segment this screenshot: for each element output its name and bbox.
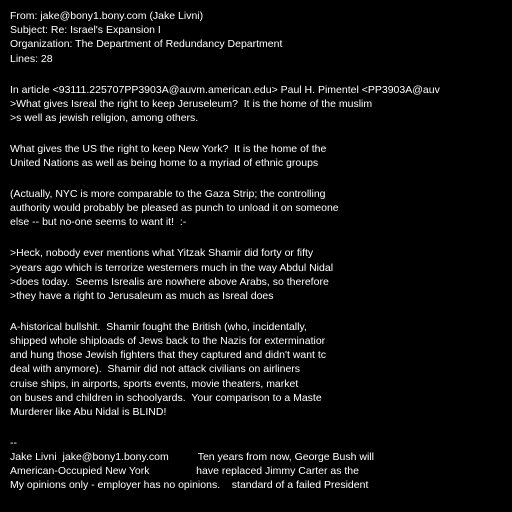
body-line: authority would probably be pleased as p… [10,202,339,214]
body-line: cruise ships, in airports, sports events… [10,378,299,390]
quoted-line: >What gives Isreal the right to keep Jer… [10,98,373,110]
signature-separator: -- [10,437,17,449]
lines-header: Lines: 28 [10,53,53,65]
signature-line: Jake Livni jake@bony1.bony.com Ten years… [10,451,374,463]
quoted-line: >Heck, nobody ever mentions what Yitzak … [10,247,314,259]
organization-header: Organization: The Department of Redundan… [10,38,283,50]
from-header: From: jake@bony1.bony.com (Jake Livni) [10,10,204,22]
body-line: Murderer like Abu Nidal is BLIND! [10,406,167,418]
attribution-line: In article <93111.225707PP3903A@auvm.ame… [10,84,440,96]
quoted-line: >years ago which is terrorize westerners… [10,262,334,274]
body-line: and hung those Jewish fighters that they… [10,349,327,361]
signature-line: My opinions only - employer has no opini… [10,479,369,491]
body-line: (Actually, NYC is more comparable to the… [10,188,326,200]
body-line: else -- but no-one seems to want it! :- [10,216,187,228]
body-line: shipped whole shiploads of Jews back to … [10,335,326,347]
body-line: United Nations as well as being home to … [10,157,319,169]
body-line: on buses and children in schoolyards. Yo… [10,392,322,404]
subject-header: Subject: Re: Israel's Expansion I [10,24,161,36]
body-line: A-historical bullshit. Shamir fought the… [10,321,307,333]
quoted-line: >does today. Seems Isrealis are nowhere … [10,276,329,288]
body-line: What gives the US the right to keep New … [10,143,327,155]
quoted-line: >they have a right to Jerusaleum as much… [10,290,274,302]
quoted-line: >s well as jewish religion, among others… [10,112,199,124]
body-line: deal with anymore). Shamir did not attac… [10,363,301,375]
signature-line: American-Occupied New York have replaced… [10,465,359,477]
